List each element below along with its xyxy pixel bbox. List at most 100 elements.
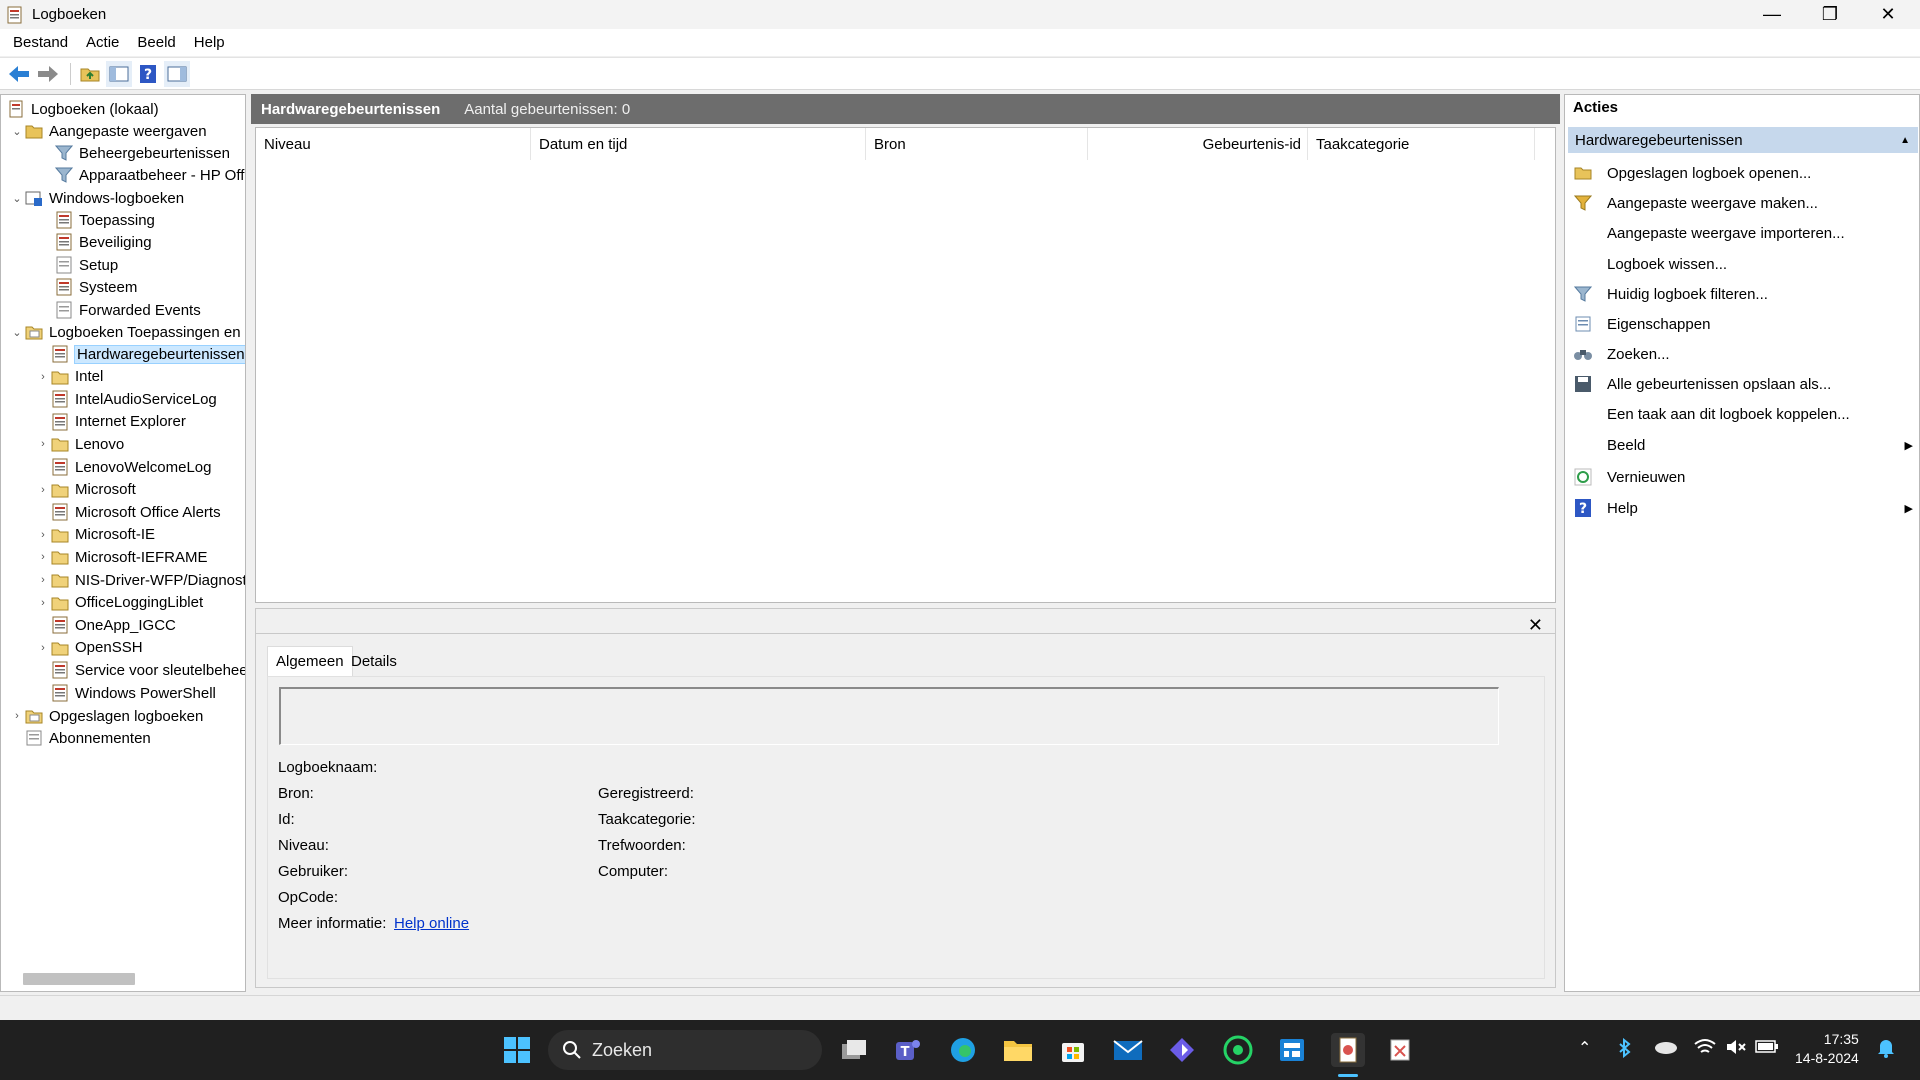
tree-item-root[interactable]: Logboeken (lokaal) bbox=[7, 98, 159, 120]
teams-icon[interactable]: T bbox=[891, 1033, 925, 1067]
action-create-custom-view[interactable]: Aangepaste weergave maken... bbox=[1573, 191, 1913, 215]
menu-help[interactable]: Help bbox=[185, 34, 234, 51]
wifi-icon[interactable] bbox=[1694, 1038, 1716, 1061]
tab-general[interactable]: Algemeen bbox=[267, 646, 353, 676]
tree-item-log[interactable]: › NIS-Driver-WFP/Diagnost bbox=[35, 569, 245, 591]
taskbar-search[interactable]: Zoeken bbox=[548, 1030, 822, 1070]
close-button[interactable]: ✕ bbox=[1859, 0, 1917, 29]
mail-icon[interactable] bbox=[1111, 1033, 1145, 1067]
tree-item-security[interactable]: Beveiliging bbox=[55, 231, 152, 253]
tree-item-log[interactable]: OneApp_IGCC bbox=[35, 614, 176, 636]
action-open-saved-log[interactable]: Opgeslagen logboek openen... bbox=[1573, 161, 1913, 185]
tree-item-log[interactable]: Windows PowerShell bbox=[35, 682, 216, 704]
tree-item-log[interactable]: Microsoft Office Alerts bbox=[35, 501, 221, 523]
action-refresh[interactable]: Vernieuwen bbox=[1573, 465, 1913, 489]
whatsapp-icon[interactable] bbox=[1221, 1033, 1255, 1067]
restore-button[interactable]: ❐ bbox=[1801, 0, 1859, 29]
tree-item-saved-logs[interactable]: › Opgeslagen logboeken bbox=[9, 705, 203, 727]
chevron-right-icon[interactable]: › bbox=[35, 484, 51, 496]
collapse-up-icon[interactable]: ▲ bbox=[1900, 135, 1910, 146]
action-view[interactable]: Beeld ▶ bbox=[1573, 433, 1913, 457]
tree-item-windows-logs[interactable]: ⌄ Windows-logboeken bbox=[9, 187, 184, 209]
chevron-down-icon[interactable]: ⌄ bbox=[9, 125, 25, 138]
task-view-icon[interactable] bbox=[837, 1033, 871, 1067]
chevron-right-icon[interactable]: › bbox=[35, 597, 51, 609]
column-header-event-id[interactable]: Gebeurtenis-id bbox=[1088, 128, 1308, 160]
action-help[interactable]: ? Help ▶ bbox=[1573, 496, 1913, 520]
tree-item-system[interactable]: Systeem bbox=[55, 276, 137, 298]
forward-button[interactable] bbox=[35, 61, 61, 87]
tree-item-hardware-events[interactable]: Hardwaregebeurtenissen bbox=[35, 343, 245, 365]
action-properties[interactable]: Eigenschappen bbox=[1573, 312, 1913, 336]
help-button[interactable]: ? bbox=[135, 61, 161, 87]
tree-item-custom-views[interactable]: ⌄ Aangepaste weergaven bbox=[9, 120, 206, 142]
chevron-right-icon[interactable]: › bbox=[35, 642, 51, 654]
tree-item-log[interactable]: › Lenovo bbox=[35, 433, 124, 455]
tree-item-log[interactable]: › OfficeLoggingLiblet bbox=[35, 592, 203, 614]
action-clear-log[interactable]: Logboek wissen... bbox=[1573, 252, 1913, 276]
tree-item-log[interactable]: › Intel bbox=[35, 366, 103, 388]
action-pane-toggle[interactable] bbox=[164, 60, 190, 87]
horizontal-scrollbar[interactable] bbox=[23, 973, 135, 985]
speaker-muted-icon[interactable] bbox=[1725, 1038, 1747, 1061]
edge-icon[interactable] bbox=[946, 1033, 980, 1067]
tree-item-device-management[interactable]: Apparaatbeheer - HP Offi bbox=[54, 164, 245, 186]
tree-item-forwarded-events[interactable]: Forwarded Events bbox=[55, 299, 201, 321]
tree-item-log[interactable]: › Microsoft bbox=[35, 479, 136, 501]
tree-item-log[interactable]: › OpenSSH bbox=[35, 637, 142, 659]
tree-item-application[interactable]: Toepassing bbox=[55, 209, 155, 231]
chevron-right-icon[interactable]: › bbox=[9, 710, 25, 722]
menu-file[interactable]: Bestand bbox=[4, 34, 77, 51]
chevron-right-icon[interactable]: › bbox=[35, 371, 51, 383]
menu-view[interactable]: Beeld bbox=[128, 34, 184, 51]
panel-icon bbox=[109, 66, 129, 81]
onedrive-icon[interactable] bbox=[1654, 1038, 1678, 1059]
file-explorer-icon[interactable] bbox=[1001, 1033, 1035, 1067]
action-filter-current-log[interactable]: Huidig logboek filteren... bbox=[1573, 282, 1913, 306]
column-header-date-time[interactable]: Datum en tijd bbox=[531, 128, 866, 160]
store-icon[interactable] bbox=[1056, 1033, 1090, 1067]
actions-section-header[interactable]: Hardwaregebeurtenissen ▲ bbox=[1568, 127, 1918, 153]
bluetooth-icon[interactable] bbox=[1618, 1037, 1632, 1063]
tree-item-log[interactable]: IntelAudioServiceLog bbox=[35, 388, 217, 410]
open-folder-button[interactable] bbox=[77, 61, 103, 87]
tree-item-log[interactable]: Internet Explorer bbox=[35, 411, 186, 433]
column-header-source[interactable]: Bron bbox=[866, 128, 1088, 160]
chevron-down-icon[interactable]: ⌄ bbox=[9, 192, 25, 205]
tree-item-admin-events[interactable]: Beheergebeurtenissen bbox=[54, 142, 230, 164]
console-tree-toggle[interactable] bbox=[106, 60, 132, 87]
chevron-right-icon[interactable]: › bbox=[35, 551, 51, 563]
chevron-right-icon[interactable]: › bbox=[35, 438, 51, 450]
snipping-tool-icon[interactable] bbox=[1384, 1033, 1418, 1067]
help-online-link[interactable]: Help online bbox=[394, 915, 469, 932]
start-button[interactable] bbox=[500, 1033, 534, 1067]
tree-item-setup[interactable]: Setup bbox=[55, 254, 118, 276]
event-description-box[interactable] bbox=[279, 687, 1499, 745]
battery-icon[interactable] bbox=[1755, 1038, 1779, 1059]
action-save-all-events[interactable]: Alle gebeurtenissen opslaan als... bbox=[1573, 372, 1913, 396]
event-viewer-taskbar-icon[interactable] bbox=[1331, 1033, 1365, 1067]
column-header-level[interactable]: Niveau bbox=[256, 128, 531, 160]
tree-item-log[interactable]: › Microsoft-IEFRAME bbox=[35, 546, 207, 568]
menu-action[interactable]: Actie bbox=[77, 34, 128, 51]
tab-details[interactable]: Details bbox=[343, 646, 405, 676]
copilot-icon[interactable] bbox=[1165, 1033, 1199, 1067]
column-header-task-category[interactable]: Taakcategorie bbox=[1308, 128, 1535, 160]
back-button[interactable] bbox=[6, 61, 32, 87]
notification-bell-icon[interactable] bbox=[1877, 1038, 1895, 1063]
chevron-down-icon[interactable]: ⌄ bbox=[9, 326, 25, 339]
action-attach-task[interactable]: Een taak aan dit logboek koppelen... bbox=[1573, 402, 1913, 426]
chevron-up-icon[interactable]: ⌃ bbox=[1578, 1038, 1591, 1058]
action-import-custom-view[interactable]: Aangepaste weergave importeren... bbox=[1573, 221, 1913, 245]
minimize-button[interactable]: — bbox=[1743, 0, 1801, 29]
tree-item-log[interactable]: › Microsoft-IE bbox=[35, 524, 155, 546]
chevron-right-icon[interactable]: › bbox=[35, 529, 51, 541]
tree-item-log[interactable]: LenovoWelcomeLog bbox=[35, 456, 211, 478]
calculator-app-icon[interactable] bbox=[1275, 1033, 1309, 1067]
action-find[interactable]: Zoeken... bbox=[1573, 342, 1913, 366]
tree-item-log[interactable]: Service voor sleutelbehee bbox=[35, 659, 245, 681]
tree-item-apps-services[interactable]: ⌄ Logboeken Toepassingen en bbox=[9, 321, 240, 343]
chevron-right-icon[interactable]: › bbox=[35, 574, 51, 586]
tree-item-subscriptions[interactable]: Abonnementen bbox=[25, 727, 151, 749]
clock[interactable]: 17:35 14-8-2024 bbox=[1795, 1030, 1859, 1068]
